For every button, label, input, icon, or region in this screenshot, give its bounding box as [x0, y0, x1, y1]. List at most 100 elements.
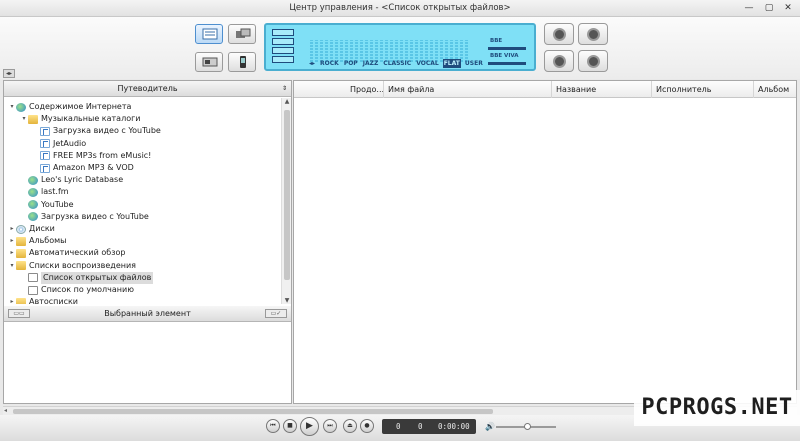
skin-icon: [202, 57, 218, 67]
tree-item[interactable]: Leo's Lyric Database: [20, 174, 123, 186]
column-filename[interactable]: Имя файла: [384, 81, 552, 98]
view-device-button[interactable]: [228, 52, 256, 72]
sidebar-header[interactable]: Путеводитель ⇕: [4, 81, 291, 97]
tree-item-label: Диски: [29, 224, 55, 233]
tree-item[interactable]: ▾ Музыкальные каталоги: [20, 113, 141, 125]
preset-icon: ◂▸: [309, 60, 316, 67]
tree-scrollbar[interactable]: ▲ ▼: [281, 98, 291, 304]
column-title[interactable]: Название: [552, 81, 652, 98]
preset-user[interactable]: USER: [464, 59, 484, 68]
eq-effect-chip[interactable]: [272, 38, 294, 45]
equalizer-display: ◂▸ ROCK POP JAZZ CLASSIC VOCAL FLAT USER…: [264, 23, 536, 71]
maximize-button[interactable]: ▢: [761, 1, 777, 15]
column-album[interactable]: Альбом: [754, 81, 796, 98]
view-mini-button[interactable]: [228, 24, 256, 44]
disc-icon: [16, 224, 26, 234]
column-artist[interactable]: Исполнитель: [652, 81, 754, 98]
convert-button[interactable]: [578, 23, 608, 45]
mini-player-icon: [236, 28, 251, 38]
tree-item[interactable]: ▸ Диски: [8, 223, 55, 235]
tree-item-label: Leo's Lyric Database: [41, 175, 124, 185]
tree-item[interactable]: Amazon MP3 & VOD: [32, 162, 134, 174]
scroll-down-icon[interactable]: ▼: [283, 297, 291, 304]
expand-right-icon[interactable]: ▸: [8, 223, 16, 235]
globe-icon: [16, 102, 26, 112]
expand-down-icon[interactable]: ▾: [20, 113, 28, 125]
expand-down-icon[interactable]: ▾: [8, 101, 16, 113]
expand-right-icon[interactable]: ▸: [8, 247, 16, 259]
sidebar-menu-icon[interactable]: ⇕: [282, 81, 287, 97]
eq-mode-chip[interactable]: [272, 29, 294, 36]
tree-item[interactable]: YouTube: [20, 199, 74, 211]
next-button[interactable]: ⏭: [323, 419, 337, 433]
tree-item-label: YouTube: [41, 199, 74, 209]
tree-item[interactable]: ▸ Автоматический обзор: [8, 247, 125, 259]
sidebar: Путеводитель ⇕ ▾ Содержимое Интернета ▾ Муз…: [3, 80, 292, 404]
column-duration[interactable]: Продо...: [346, 81, 384, 98]
expand-right-icon[interactable]: ▸: [8, 296, 16, 304]
tree-item[interactable]: last.fm: [20, 186, 69, 198]
close-button[interactable]: ✕: [780, 1, 796, 15]
tree-item[interactable]: JetAudio: [32, 138, 86, 150]
folder-icon: [28, 114, 38, 124]
tree-item-label: last.fm: [41, 187, 69, 197]
note-icon: [40, 151, 50, 161]
preset-pop[interactable]: POP: [343, 59, 359, 68]
note-icon: [40, 126, 50, 136]
scroll-left-icon[interactable]: ◂: [4, 407, 7, 414]
view-library-button[interactable]: [195, 24, 223, 44]
selected-item-right-button[interactable]: ▭✓: [265, 309, 287, 318]
track-number: 0: [396, 422, 401, 431]
preset-vocal[interactable]: VOCAL: [415, 59, 440, 68]
selected-item-left-button[interactable]: ▭▭: [8, 309, 30, 318]
expand-right-icon[interactable]: ▸: [8, 235, 16, 247]
eq-surround-chip[interactable]: [272, 47, 294, 54]
repeat-button[interactable]: ●: [360, 419, 374, 433]
eq-preset-bar: ◂▸ ROCK POP JAZZ CLASSIC VOCAL FLAT USER: [308, 59, 484, 68]
broadcast-button[interactable]: [544, 50, 574, 72]
sidebar-toggle-button[interactable]: ◂▸: [3, 69, 15, 78]
hscroll-thumb[interactable]: [13, 409, 493, 414]
tree-item[interactable]: ▸ Автосписки: [8, 296, 78, 304]
toolbar: ◂▸ ROCK POP JAZZ CLASSIC VOCAL FLAT USER…: [0, 17, 800, 79]
tree-item-label: Содержимое Интернета: [29, 102, 132, 111]
library-icon: [202, 28, 218, 40]
volume-knob[interactable]: [524, 423, 531, 430]
elapsed-time: 0:00:00: [438, 422, 470, 431]
preset-flat[interactable]: FLAT: [442, 59, 461, 68]
tree-item-label: Музыкальные каталоги: [41, 114, 141, 124]
tree-item[interactable]: Список по умолчанию: [20, 284, 134, 296]
open-button[interactable]: ⏏: [343, 419, 357, 433]
eq-wide-chip[interactable]: [272, 56, 294, 63]
tree-item[interactable]: FREE MP3s from eMusic!: [32, 150, 151, 162]
globe-icon: [28, 175, 38, 185]
selected-item-title: Выбранный элемент: [104, 309, 191, 318]
volume-slider[interactable]: [496, 423, 556, 430]
expand-down-icon[interactable]: ▾: [8, 260, 16, 272]
convert-icon: [587, 28, 600, 41]
settings-icon: [587, 55, 600, 68]
preset-classic[interactable]: CLASSIC: [382, 59, 412, 68]
tree-item[interactable]: Загрузка видео с YouTube: [20, 211, 149, 223]
tree-item[interactable]: Список открытых файлов: [20, 271, 154, 284]
bbe-viva-slider[interactable]: [488, 62, 526, 65]
tree-item[interactable]: ▾ Содержимое Интернета: [8, 101, 131, 113]
preset-rock[interactable]: ROCK: [319, 59, 340, 68]
tree-item[interactable]: Загрузка видео с YouTube: [32, 125, 161, 137]
prev-button[interactable]: ⏮: [266, 419, 280, 433]
record-button[interactable]: [544, 23, 574, 45]
tree-item[interactable]: ▾ Списки воспроизведения: [8, 260, 136, 272]
scroll-up-icon[interactable]: ▲: [283, 98, 291, 105]
volume-icon[interactable]: 🔊: [485, 422, 495, 431]
bbe-slider[interactable]: [488, 47, 526, 50]
broadcast-icon: [553, 55, 566, 68]
minimize-button[interactable]: —: [741, 1, 757, 15]
file-list-header: Продо... Имя файла Название Исполнитель …: [294, 81, 796, 98]
tree-item[interactable]: ▸ Альбомы: [8, 235, 66, 247]
stop-button[interactable]: ■: [283, 419, 297, 433]
play-button[interactable]: ▶: [300, 417, 319, 436]
settings-button[interactable]: [578, 50, 608, 72]
view-skin-button[interactable]: [195, 52, 223, 72]
scroll-thumb[interactable]: [284, 110, 290, 280]
preset-jazz[interactable]: JAZZ: [362, 59, 380, 68]
